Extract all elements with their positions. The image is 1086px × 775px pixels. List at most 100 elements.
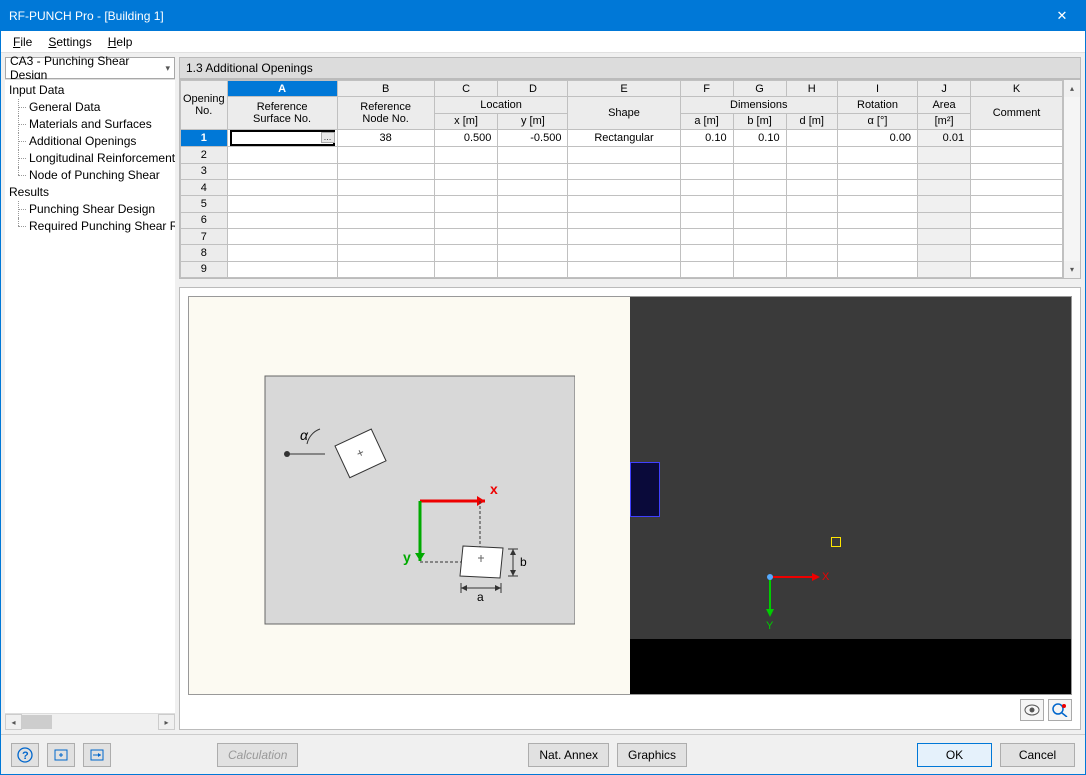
cell[interactable] xyxy=(971,147,1063,163)
cell[interactable] xyxy=(568,147,680,163)
col-letter-e[interactable]: E xyxy=(568,81,680,97)
col-rotation[interactable]: Rotation xyxy=(837,97,917,113)
cell[interactable] xyxy=(434,228,498,244)
cell[interactable] xyxy=(786,163,837,179)
cell[interactable] xyxy=(337,261,434,277)
cell[interactable] xyxy=(337,179,434,195)
cell[interactable] xyxy=(680,196,733,212)
cell[interactable] xyxy=(227,212,337,228)
col-dimensions[interactable]: Dimensions xyxy=(680,97,837,113)
cell[interactable] xyxy=(786,179,837,195)
cell[interactable] xyxy=(227,196,337,212)
cell[interactable] xyxy=(837,179,917,195)
cell-g1[interactable]: 0.10 xyxy=(733,129,786,146)
cell[interactable] xyxy=(837,261,917,277)
row-num[interactable]: 4 xyxy=(181,179,228,195)
cell-k1[interactable] xyxy=(971,129,1063,146)
tree-item-required-reinf[interactable]: Required Punching Shear Reinf xyxy=(9,218,175,235)
case-combobox[interactable]: CA3 - Punching Shear Design ▾ xyxy=(5,57,175,79)
cell[interactable] xyxy=(837,163,917,179)
cell-i1[interactable]: 0.00 xyxy=(837,129,917,146)
cancel-button[interactable]: Cancel xyxy=(1000,743,1075,767)
cell[interactable] xyxy=(837,228,917,244)
cell[interactable] xyxy=(680,147,733,163)
cell[interactable] xyxy=(337,228,434,244)
col-ref-surface[interactable]: ReferenceSurface No. xyxy=(227,97,337,130)
cell[interactable] xyxy=(227,147,337,163)
view-mode-button[interactable] xyxy=(1048,699,1072,721)
cell[interactable] xyxy=(971,196,1063,212)
cell[interactable] xyxy=(918,179,971,195)
cell[interactable] xyxy=(568,245,680,261)
tree-item-general-data[interactable]: General Data xyxy=(9,99,175,116)
cell[interactable] xyxy=(568,196,680,212)
help-button[interactable]: ? xyxy=(11,743,39,767)
ok-button[interactable]: OK xyxy=(917,743,992,767)
col-letter-b[interactable]: B xyxy=(337,81,434,97)
col-ref-node[interactable]: ReferenceNode No. xyxy=(337,97,434,130)
cell[interactable] xyxy=(568,261,680,277)
row-num[interactable]: 7 xyxy=(181,228,228,244)
row-num-1[interactable]: 1 xyxy=(181,129,228,146)
scroll-left-button[interactable]: ◂ xyxy=(5,714,22,730)
cell[interactable] xyxy=(337,212,434,228)
cell[interactable] xyxy=(680,212,733,228)
col-alpha[interactable]: α [°] xyxy=(837,113,917,129)
hscroll-thumb[interactable] xyxy=(22,715,52,729)
tree-item-materials[interactable]: Materials and Surfaces xyxy=(9,116,175,133)
cell[interactable] xyxy=(918,245,971,261)
cell[interactable] xyxy=(918,212,971,228)
row-num[interactable]: 2 xyxy=(181,147,228,163)
cell[interactable] xyxy=(227,245,337,261)
cell[interactable] xyxy=(733,261,786,277)
cell[interactable] xyxy=(733,179,786,195)
cell[interactable] xyxy=(733,228,786,244)
cell[interactable] xyxy=(680,261,733,277)
tree-item-punching-design[interactable]: Punching Shear Design xyxy=(9,201,175,218)
cell-d1[interactable]: -0.500 xyxy=(498,129,568,146)
cell[interactable] xyxy=(733,212,786,228)
cell[interactable] xyxy=(971,212,1063,228)
scroll-down-button[interactable]: ▾ xyxy=(1064,261,1080,278)
tree-section-results[interactable]: Results xyxy=(5,184,175,201)
cell[interactable] xyxy=(680,163,733,179)
menu-file[interactable]: File xyxy=(7,33,38,51)
cell[interactable] xyxy=(568,163,680,179)
cell[interactable] xyxy=(786,212,837,228)
cell[interactable] xyxy=(918,147,971,163)
col-letter-f[interactable]: F xyxy=(680,81,733,97)
col-d[interactable]: d [m] xyxy=(786,113,837,129)
col-letter-j[interactable]: J xyxy=(918,81,971,97)
cell-b1[interactable]: 38 xyxy=(337,129,434,146)
col-a[interactable]: a [m] xyxy=(680,113,733,129)
row-num[interactable]: 3 xyxy=(181,163,228,179)
row-num[interactable]: 8 xyxy=(181,245,228,261)
col-location[interactable]: Location xyxy=(434,97,568,113)
cell[interactable] xyxy=(498,228,568,244)
cell[interactable] xyxy=(227,228,337,244)
cell[interactable] xyxy=(786,245,837,261)
cell[interactable] xyxy=(971,245,1063,261)
cell[interactable] xyxy=(971,261,1063,277)
col-shape[interactable]: Shape xyxy=(568,97,680,130)
cell[interactable] xyxy=(337,147,434,163)
col-letter-h[interactable]: H xyxy=(786,81,837,97)
cell[interactable] xyxy=(837,245,917,261)
cell[interactable] xyxy=(337,163,434,179)
cell[interactable] xyxy=(498,261,568,277)
picker-icon[interactable]: … xyxy=(321,132,335,143)
cell[interactable] xyxy=(971,163,1063,179)
tree-item-long-reinf[interactable]: Longitudinal Reinforcement xyxy=(9,150,175,167)
cell[interactable] xyxy=(498,245,568,261)
cell-f1[interactable]: 0.10 xyxy=(680,129,733,146)
col-letter-g[interactable]: G xyxy=(733,81,786,97)
nat-annex-button[interactable]: Nat. Annex xyxy=(528,743,609,767)
col-area[interactable]: Area xyxy=(918,97,971,113)
col-comment[interactable]: Comment xyxy=(971,97,1063,130)
col-letter-i[interactable]: I xyxy=(837,81,917,97)
cell[interactable] xyxy=(786,196,837,212)
cell[interactable] xyxy=(837,147,917,163)
close-button[interactable]: ✕ xyxy=(1039,1,1085,31)
menu-settings[interactable]: Settings xyxy=(42,33,97,51)
tree-section-input[interactable]: Input Data xyxy=(5,82,175,99)
